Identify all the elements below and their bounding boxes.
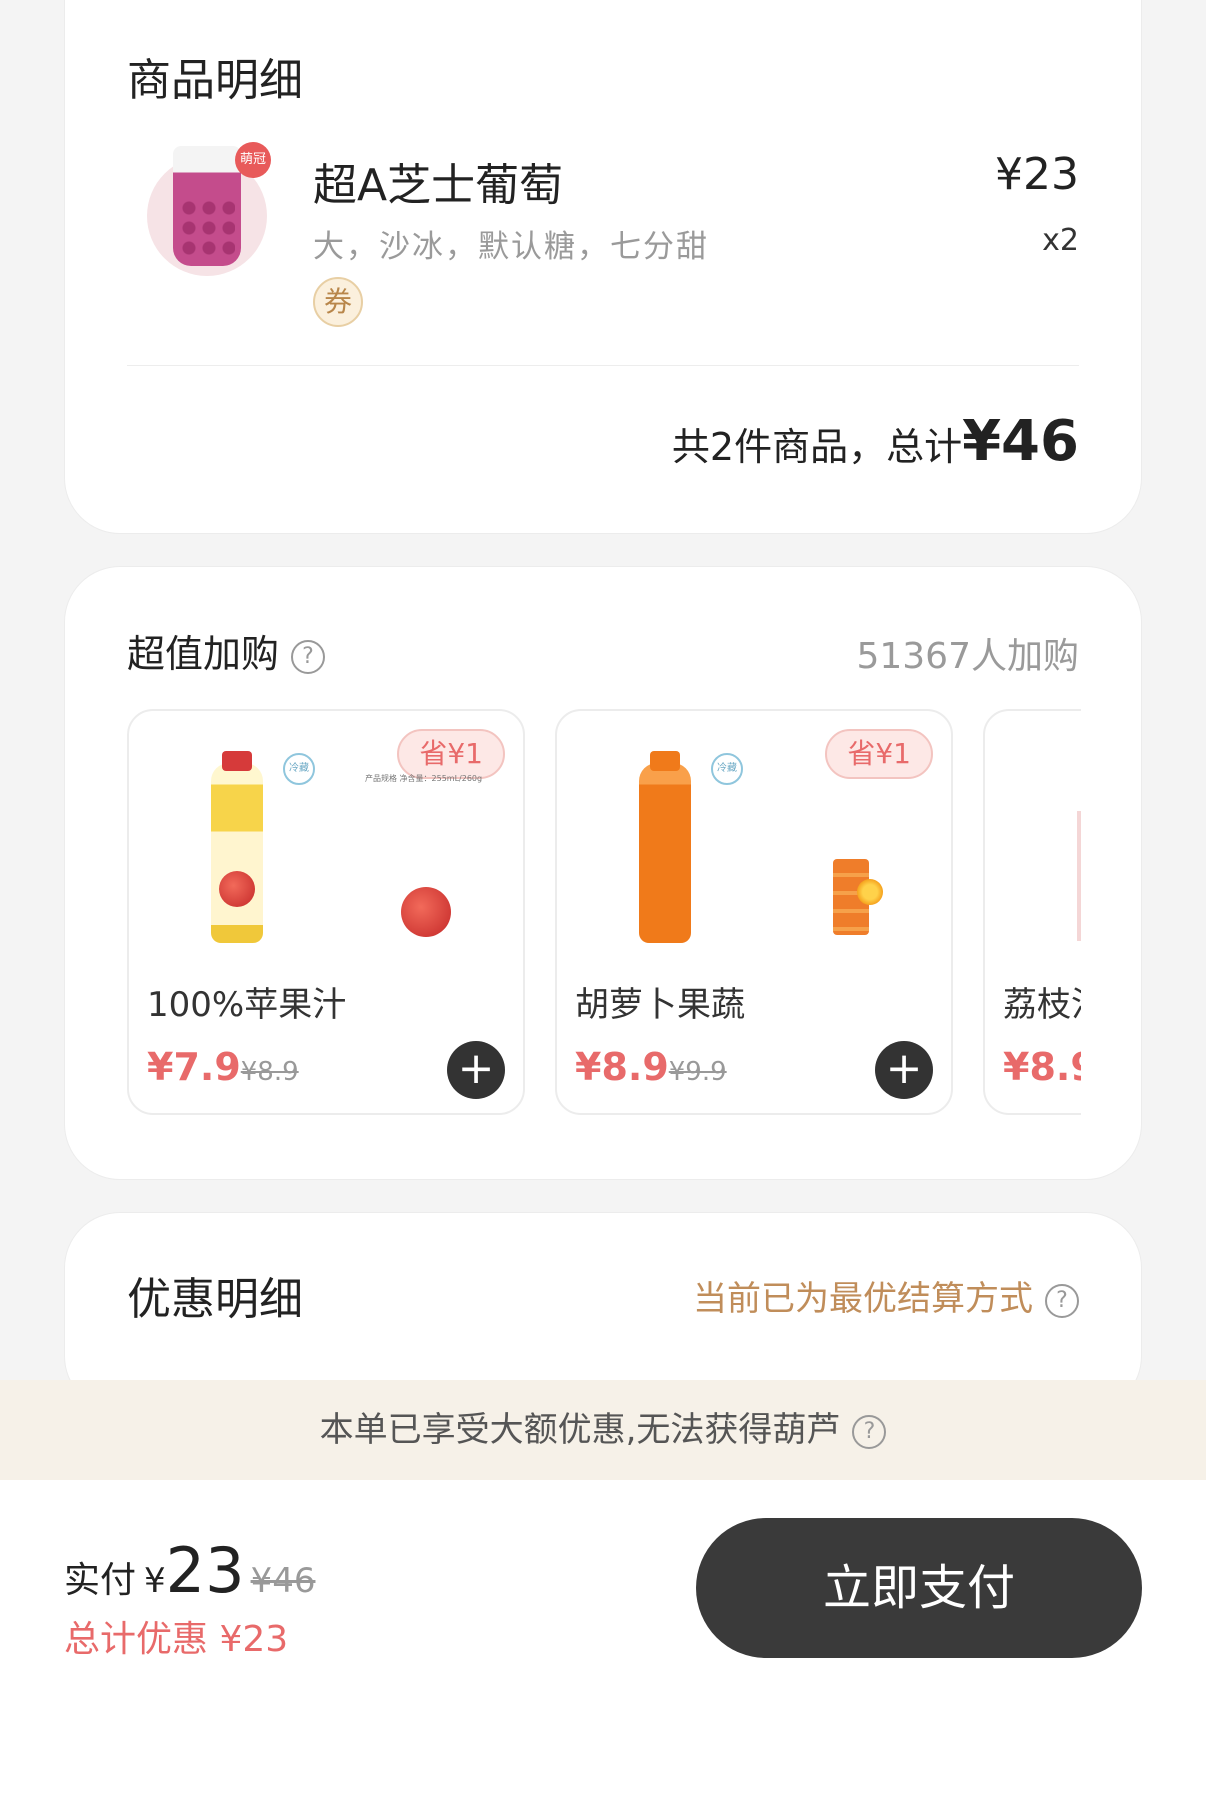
orange-slice-image	[857, 879, 883, 905]
product-card-carrot-juice[interactable]: 省¥1 冷藏 胡萝卜果蔬 ¥8.9¥9.9 +	[555, 709, 953, 1115]
cold-icon: 冷藏	[711, 753, 743, 785]
notice-text: 本单已享受大额优惠,无法获得葫芦	[319, 1410, 841, 1450]
save-tag: 省¥1	[825, 729, 933, 779]
fine-print: 产品规格 净含量：255mL/260g	[365, 774, 483, 783]
item-spec: 大，沙冰，默认糖，七分甜	[313, 229, 709, 265]
item-quantity: x2	[1042, 223, 1079, 258]
product-card-apple-juice[interactable]: 省¥1 冷藏 产品规格 净含量：255mL/260g 100%苹果汁 ¥7.9¥…	[127, 709, 525, 1115]
best-settlement-text[interactable]: 当前已为最优结算方式?	[693, 1271, 1079, 1320]
notice-banner: 本单已享受大额优惠,无法获得葫芦?	[0, 1380, 1206, 1480]
actual-payment: 实付 ¥23 ¥46	[64, 1534, 315, 1607]
order-total: 共2件商品，总计¥46	[672, 409, 1079, 474]
add-button[interactable]: +	[447, 1041, 505, 1099]
crown-badge: 萌冠	[235, 142, 271, 178]
actual-payment-label: 实付	[64, 1560, 137, 1601]
help-icon[interactable]: ?	[291, 639, 326, 674]
total-amount: ¥46	[962, 409, 1079, 474]
actual-payment-amount: 23	[165, 1534, 245, 1607]
best-settlement-label: 当前已为最优结算方式	[693, 1279, 1033, 1319]
divider	[127, 365, 1079, 366]
price-old: ¥9.9	[668, 1057, 727, 1087]
apple-juice-bottle-image	[211, 751, 263, 943]
currency-symbol: ¥	[144, 1561, 166, 1601]
apple-fruit-image	[401, 887, 451, 937]
product-image: 萌冠	[147, 142, 271, 276]
save-tag: 省¥1	[397, 729, 505, 779]
discount-title: 优惠明细	[127, 1274, 303, 1325]
add-button[interactable]: +	[875, 1041, 933, 1099]
item-price: ¥23	[995, 149, 1079, 200]
original-price: ¥46	[250, 1561, 316, 1601]
checkout-page: 商品明细 萌冠 超A芝士葡萄 大，沙冰，默认糖，七分甜 券 ¥23 x2 共2件…	[0, 0, 1206, 1796]
product-price: ¥8.9¥9.9	[575, 1045, 727, 1089]
addon-product-list[interactable]: 省¥1 冷藏 产品规格 净含量：255mL/260g 100%苹果汁 ¥7.9¥…	[127, 709, 1081, 1119]
product-name: 胡萝卜果蔬	[575, 985, 745, 1025]
product-price: ¥8.9	[1003, 1045, 1081, 1089]
addon-count: 51367人加购	[856, 636, 1079, 677]
carrot-juice-bottle-image	[639, 751, 691, 943]
order-detail-title: 商品明细	[127, 55, 303, 106]
pay-now-button[interactable]: 立即支付	[696, 1518, 1142, 1658]
coupon-tag: 券	[313, 277, 363, 327]
help-icon[interactable]: ?	[1045, 1283, 1079, 1318]
item-name: 超A芝士葡萄	[313, 160, 564, 211]
total-prefix: 共2件商品，总计	[671, 425, 963, 469]
total-saved: 总计优惠 ¥23	[64, 1619, 289, 1660]
price-now: ¥7.9	[147, 1045, 241, 1089]
price-now: ¥8.9	[1003, 1045, 1081, 1089]
product-name: 荔枝汁	[1003, 985, 1081, 1025]
addon-card: 超值加购? 51367人加购 省¥1 冷藏 产品规格 净含量：255mL/260…	[64, 566, 1142, 1180]
product-name: 100%苹果汁	[147, 985, 347, 1025]
product-card-lychee-juice[interactable]: 荔枝汁 ¥8.9	[983, 709, 1081, 1115]
cold-icon: 冷藏	[283, 753, 315, 785]
order-detail-card: 商品明细 萌冠 超A芝士葡萄 大，沙冰，默认糖，七分甜 券 ¥23 x2 共2件…	[64, 0, 1142, 534]
product-price: ¥7.9¥8.9	[147, 1045, 299, 1089]
help-icon[interactable]: ?	[852, 1414, 887, 1449]
apple-icon	[219, 871, 255, 907]
price-old: ¥8.9	[240, 1057, 299, 1087]
addon-title-text: 超值加购	[127, 632, 280, 676]
payment-bar: 实付 ¥23 ¥46 总计优惠 ¥23 立即支付	[0, 1480, 1206, 1796]
cup-image	[173, 146, 241, 266]
addon-title: 超值加购?	[127, 623, 326, 678]
price-now: ¥8.9	[575, 1045, 669, 1089]
lychee-bottle-image	[1077, 811, 1081, 941]
